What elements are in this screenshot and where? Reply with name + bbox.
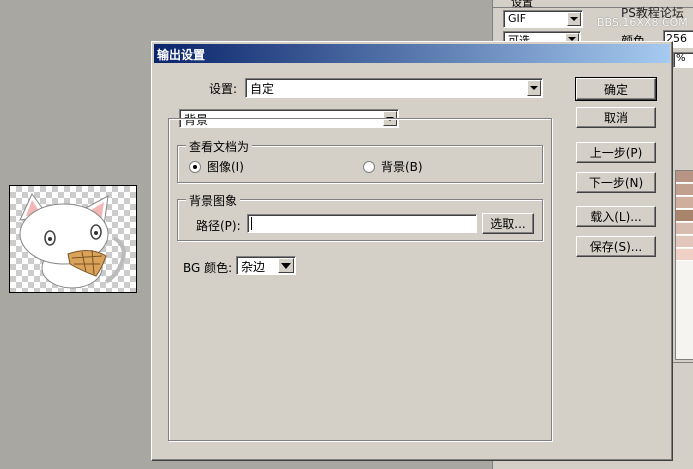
next-button[interactable]: 下一步(N) (576, 172, 656, 193)
panel-swatch-grid (675, 170, 693, 360)
save-button-label: 保存(S)... (589, 240, 643, 254)
panel-format-dropdown[interactable]: GIF (503, 10, 583, 28)
settings-label: 设置: (209, 82, 238, 96)
ok-button-label: 确定 (603, 82, 628, 97)
cat-illustration-image (19, 193, 126, 289)
choose-button[interactable]: 选取... (482, 213, 534, 234)
radio-button-checked[interactable] (189, 160, 201, 173)
background-image-group-label: 背景图象 (186, 192, 241, 209)
settings-dropdown[interactable]: 自定 (245, 78, 543, 98)
canvas-preview[interactable] (9, 185, 137, 293)
swatch[interactable] (676, 184, 693, 196)
panel-percent-field[interactable]: % (673, 52, 693, 68)
output-settings-dialog: 输出设置 设置: 自定 背景 查看文档为 图像(I) 背景(B) 背景图象 路径… (151, 41, 673, 461)
bg-color-value: 杂边 (241, 260, 266, 274)
swatch[interactable] (676, 236, 693, 248)
ok-button[interactable]: 确定 (575, 77, 657, 101)
bg-color-label: BG 颜色: (183, 261, 233, 275)
chevron-down-icon (567, 12, 581, 26)
swatch[interactable] (676, 210, 693, 222)
swatch[interactable] (676, 249, 693, 261)
swatch[interactable] (676, 171, 693, 183)
chevron-down-icon (527, 80, 541, 96)
cancel-button-label: 取消 (603, 111, 628, 125)
watermark-url: BBS.16XX8.COM (597, 16, 688, 29)
dialog-title-bar[interactable]: 输出设置 (154, 44, 670, 63)
bg-color-dropdown[interactable]: 杂边 (236, 256, 296, 275)
panel-format-value: GIF (508, 12, 527, 25)
chevron-down-icon (278, 258, 294, 273)
radio-background-label: 背景(B) (381, 160, 423, 174)
load-button-label: 载入(L)... (590, 210, 642, 224)
choose-button-label: 选取... (490, 217, 526, 231)
path-input[interactable] (247, 214, 477, 233)
radio-image-label: 图像(I) (207, 160, 244, 174)
view-as-group-label: 查看文档为 (186, 138, 253, 155)
radio-button-unchecked[interactable] (363, 160, 375, 173)
path-label: 路径(P): (196, 219, 241, 233)
previous-button[interactable]: 上一步(P) (576, 142, 656, 163)
cancel-button[interactable]: 取消 (576, 107, 656, 128)
radio-image[interactable]: 图像(I) (189, 158, 244, 175)
radio-background[interactable]: 背景(B) (363, 158, 423, 175)
save-button[interactable]: 保存(S)... (576, 236, 656, 257)
swatch[interactable] (676, 223, 693, 235)
settings-value: 自定 (250, 82, 275, 96)
previous-button-label: 上一步(P) (589, 146, 643, 160)
panel-settings-label: 设置 (511, 0, 533, 9)
text-cursor (251, 217, 252, 230)
swatch[interactable] (676, 197, 693, 209)
load-button[interactable]: 载入(L)... (576, 206, 656, 227)
next-button-label: 下一步(N) (588, 176, 644, 190)
panel-percent-symbol: % (676, 53, 686, 64)
dialog-title: 输出设置 (157, 48, 206, 62)
